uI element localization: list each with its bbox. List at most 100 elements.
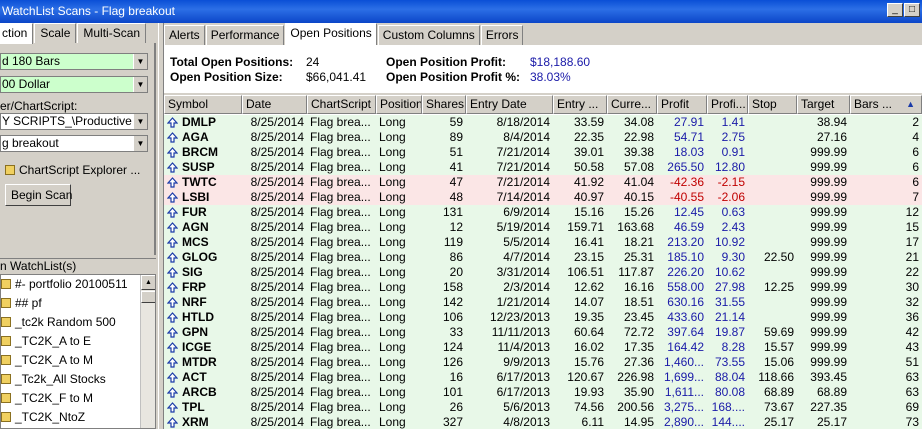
table-cell [748,205,797,220]
scroll-thumb[interactable] [141,291,155,303]
table-row[interactable]: TPL 8/25/2014 Flag brea... Long 26 5/6/2013 74… [164,400,922,415]
script-combo[interactable]: g breakout ▼ [0,135,148,152]
tab-alerts[interactable]: Alerts [164,25,205,45]
chartscript-explorer-button[interactable]: ChartScript Explorer ... [0,159,148,181]
bars-combo[interactable]: d 180 Bars ▼ [0,53,148,70]
table-cell: 106.51 [567,265,604,279]
table-cell: Long [379,265,406,279]
table-cell [748,190,797,205]
table-cell: 7/21/2014 [496,145,550,159]
table-row[interactable]: FUR 8/25/2014 Flag brea... Long 131 6/9/2014 1… [164,205,922,220]
column-header[interactable]: Profit [657,95,707,114]
watchlist-list: #- portfolio 20100511 ## pf _tc2k Random 5… [0,274,156,429]
chevron-down-icon[interactable]: ▼ [133,136,147,151]
chevron-down-icon[interactable]: ▼ [133,77,147,92]
dollar-combo[interactable]: 00 Dollar ▼ [0,76,148,93]
scan-settings-panel: d 180 Bars ▼ 00 Dollar ▼ er/ChartScript:… [0,43,156,255]
column-header[interactable]: ChartScript [307,95,376,114]
table-cell: 26 [449,400,463,414]
table-cell: 0.63 [721,205,745,219]
begin-scan-button[interactable]: Begin Scan [5,184,72,206]
table-row[interactable]: AGA 8/25/2014 Flag brea... Long 89 8/4/2014 22… [164,130,922,145]
table-cell: GLOG [164,250,242,265]
table-row[interactable]: BRCM 8/25/2014 Flag brea... Long 51 7/21/2014… [164,145,922,160]
table-row[interactable]: MTDR 8/25/2014 Flag brea... Long 126 9/9/2013… [164,355,922,370]
script-combo-value: g breakout [2,136,59,150]
table-row[interactable]: DMLP 8/25/2014 Flag brea... Long 59 8/18/2014… [164,115,922,130]
column-header[interactable]: Date [242,95,307,114]
tab-custom-columns[interactable]: Custom Columns [377,25,480,45]
watchlist-item[interactable]: _TC2K_NtoZ [1,408,155,427]
table-row[interactable]: GLOG 8/25/2014 Flag brea... Long 86 4/7/2014 2… [164,250,922,265]
column-header[interactable]: Entry Date [466,95,553,114]
table-row[interactable]: HTLD 8/25/2014 Flag brea... Long 106 12/23/20… [164,310,922,325]
table-cell: Long [379,325,406,339]
table-row[interactable]: TWTC 8/25/2014 Flag brea... Long 47 7/21/2014… [164,175,922,190]
table-row[interactable]: LSBI 8/25/2014 Flag brea... Long 48 7/14/2014… [164,190,922,205]
table-row[interactable]: NRF 8/25/2014 Flag brea... Long 142 1/21/2014… [164,295,922,310]
minimize-icon[interactable]: _ [887,3,903,17]
long-position-arrow-icon [167,207,178,218]
table-row[interactable]: ARCB 8/25/2014 Flag brea... Long 101 6/17/201… [164,385,922,400]
chevron-down-icon[interactable]: ▼ [133,54,147,69]
column-header[interactable]: Target [797,95,850,114]
table-row[interactable]: SIG 8/25/2014 Flag brea... Long 20 3/31/2014 1… [164,265,922,280]
table-row[interactable]: MCS 8/25/2014 Flag brea... Long 119 5/5/2014 1… [164,235,922,250]
watchlist-item[interactable]: ## pf [1,294,155,313]
scroll-up-icon[interactable]: ▲ [141,275,155,290]
watchlist-item[interactable]: #- portfolio 20100511 [1,275,155,294]
table-row[interactable]: GPN 8/25/2014 Flag brea... Long 33 11/11/2013… [164,325,922,340]
table-cell: 25.31 [623,250,654,264]
watchlist-item[interactable]: _TC2K_A to E [1,332,155,351]
watchlist-item[interactable]: _TC2K_A to M [1,351,155,370]
table-row[interactable]: AGN 8/25/2014 Flag brea... Long 12 5/19/2014 1… [164,220,922,235]
table-cell: 7 [912,190,919,204]
table-cell: 397.64 [667,325,704,339]
column-header[interactable]: Position [376,95,422,114]
table-row[interactable]: ICGE 8/25/2014 Flag brea... Long 124 11/4/201… [164,340,922,355]
folder-combo[interactable]: Y SCRIPTS_\Productive ▼ [0,113,148,130]
table-cell: 126 [442,355,463,369]
table-cell: 48 [449,190,463,204]
tab-scale[interactable]: Scale [34,23,77,43]
column-header[interactable]: Curre... [607,95,657,114]
column-header[interactable]: Symbol [164,95,242,114]
table-row[interactable]: FRP 8/25/2014 Flag brea... Long 158 2/3/2014 1… [164,280,922,295]
table-cell: 200.56 [617,400,654,414]
table-cell: 118.66 [758,370,794,384]
dollar-combo-value: 00 Dollar [2,77,51,91]
chevron-down-icon[interactable]: ▼ [133,114,147,129]
tab-performance[interactable]: Performance [205,25,285,45]
table-cell: 12.62 [573,280,604,294]
folder-combo-value: Y SCRIPTS_\Productive [2,114,132,128]
table-cell: 20 [449,265,463,279]
maximize-icon[interactable]: □ [904,3,920,17]
table-row[interactable]: XRM 8/25/2014 Flag brea... Long 327 4/8/2013 6… [164,415,922,429]
column-header[interactable]: Shares [422,95,466,114]
tab-action[interactable]: ction [0,23,34,44]
watchlist-item[interactable]: _tc2k Random 500 [1,313,155,332]
table-cell: 226.20 [667,265,704,279]
table-cell: 11/4/2013 [497,340,551,354]
column-header[interactable]: Stop [748,95,797,114]
table-cell [748,220,797,235]
table-row[interactable]: SUSP 8/25/2014 Flag brea... Long 41 7/21/2014… [164,160,922,175]
tab-open-positions[interactable]: Open Positions [285,23,377,45]
table-cell: 2.43 [721,220,745,234]
table-row[interactable]: ACT 8/25/2014 Flag brea... Long 16 6/17/2013 1… [164,370,922,385]
table-cell: 12/23/2013 [489,310,550,324]
column-header[interactable]: Profi... [707,95,748,114]
watchlist-item[interactable]: _TC2K_F to M [1,389,155,408]
watchlist-scrollbar[interactable]: ▲ [140,275,155,428]
table-cell: Long [379,115,406,129]
tab-errors[interactable]: Errors [480,25,524,45]
table-cell: 23.15 [573,250,604,264]
table-cell: HTLD [164,310,242,325]
watchlist-item[interactable]: _Tc2k_All Stocks [1,370,155,389]
column-header[interactable]: Bars ... ▲ [850,95,922,114]
table-cell: ICGE [164,340,242,355]
table-cell: 2/3/2014 [503,280,550,294]
column-header[interactable]: Entry ... [553,95,607,114]
tab-multi-scan[interactable]: Multi-Scan [77,23,147,43]
table-cell: 57.08 [623,160,654,174]
